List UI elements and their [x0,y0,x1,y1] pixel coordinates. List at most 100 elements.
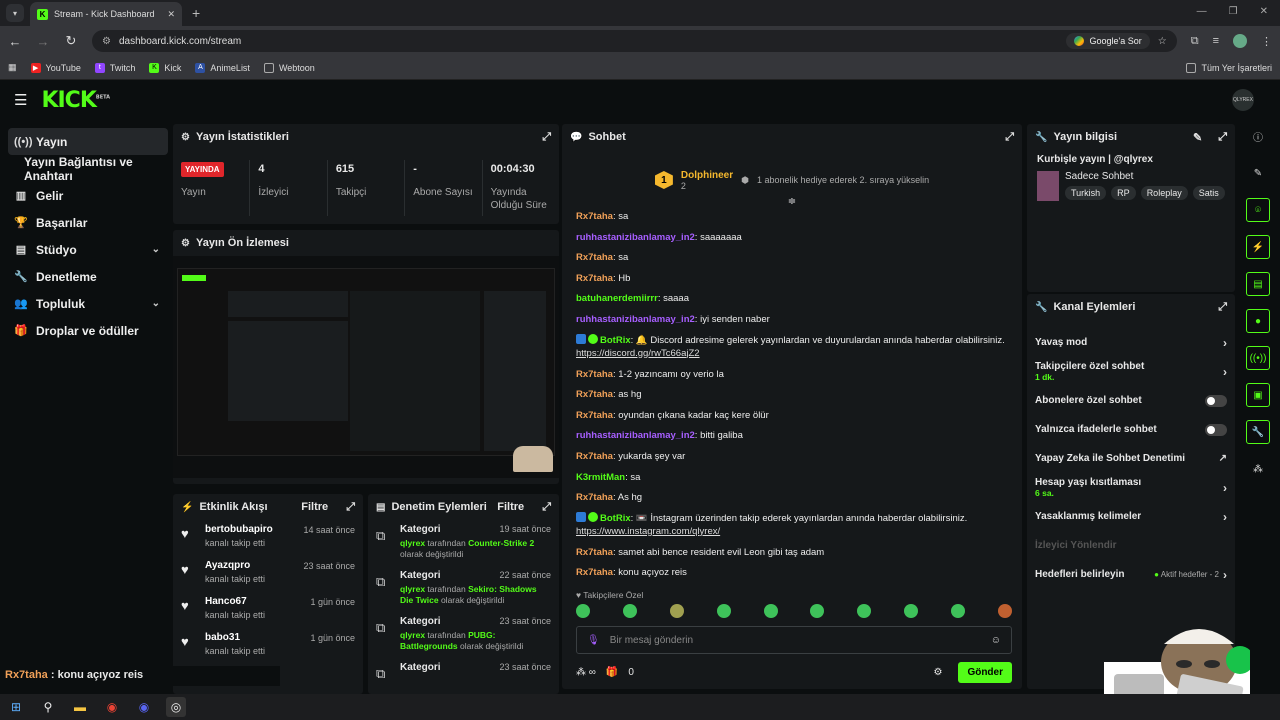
tag[interactable]: Satis [1192,186,1225,200]
follower-name[interactable]: Hanco67 [205,596,302,607]
hamburger-menu-icon[interactable]: ☰ [14,91,27,109]
tag[interactable]: RP [1111,186,1136,200]
chat-username[interactable]: Rx7taha [576,369,613,380]
browser-menu-icon[interactable]: ⋮ [1261,35,1272,48]
sidebar-item-gelir[interactable]: ▥ Gelir [8,182,168,209]
chat-username[interactable]: Rx7taha [576,252,613,263]
chat-username[interactable]: ruhhastanizibanlamay_in2 [576,314,695,325]
bookmark-webtoon[interactable]: Webtoon [263,62,315,73]
chat-username[interactable]: Rx7taha [576,389,613,400]
discord-icon[interactable]: ◉ [134,697,154,717]
emote-icon[interactable] [857,604,872,618]
close-window-icon[interactable]: ✕ [1260,6,1268,17]
action-slow-mode[interactable]: Yavaş mod › [1027,328,1235,357]
action-followers-only[interactable]: Takipçilere özel sohbet 1 dk. › [1027,357,1235,386]
follower-name[interactable]: bertobubapiro [205,524,295,535]
action-ai-moderation[interactable]: Yapay Zeka ile Sohbet Denetimi ↗ [1027,444,1235,473]
mod-user[interactable]: qlyrex [400,630,425,640]
minimize-icon[interactable]: — [1197,6,1207,17]
sidebar-item-yayin[interactable]: ((•)) Yayın [8,128,168,155]
chat-username[interactable]: batuhanerdemiirrr [576,293,658,304]
collapse-icon[interactable]: ≑ [562,196,1022,207]
filter-button[interactable]: Filtre [301,501,328,513]
windows-start-icon[interactable]: ⊞ [6,697,26,717]
sidebar-item-stream-key[interactable]: Yayın Bağlantısı ve Anahtarı [8,155,168,183]
tab-close-icon[interactable]: ✕ [167,9,175,20]
forward-icon[interactable]: → [36,34,50,49]
chat-username[interactable]: Rx7taha [576,492,613,503]
settings-icon[interactable]: ⚙ [933,667,942,678]
emote-icon[interactable] [951,604,965,618]
info-icon[interactable]: ⓘ [1246,124,1270,148]
browser-tab[interactable]: K Stream - Kick Dashboard ✕ [30,2,182,26]
bookmark-animelist[interactable]: A AnimeList [195,62,250,73]
chat-username[interactable]: K3rmitMan [576,472,625,483]
filter-button[interactable]: Filtre [497,501,524,513]
bookmark-twitch[interactable]: t Twitch [94,62,135,73]
mod-user[interactable]: qlyrex [400,584,425,594]
chat-username[interactable]: Rx7taha [576,410,613,421]
action-goals[interactable]: Hedefleri belirleyin ● Aktif hedefler - 2… [1027,560,1235,589]
stream-preview-video[interactable] [173,256,559,478]
emote-icon[interactable] [622,604,637,618]
broadcast-icon[interactable]: ((•)) [1246,346,1270,370]
google-ask-button[interactable]: Google'a Sor [1066,33,1150,49]
sidebar-item-denetleme[interactable]: 🔧 Denetleme [8,263,168,290]
sidebar-item-studyo[interactable]: ▤ Stüdyo ⌄ [8,236,168,263]
gift-box-icon[interactable]: 🎁 [606,667,618,678]
media-icon[interactable]: ≡ [1213,35,1219,47]
extensions-icon[interactable]: ⧉ [1191,35,1199,48]
action-account-age[interactable]: Hesap yaşı kısıtlaması 6 sa. › [1027,473,1235,502]
new-tab-icon[interactable]: + [192,5,200,21]
points-icon[interactable]: ⁂ ∞ [576,667,596,678]
sidebar-item-topluluk[interactable]: 👥 Topluluk ⌄ [8,290,168,317]
emote-icon[interactable] [904,604,919,618]
tab-search-icon[interactable]: ▾ [6,4,24,22]
user-avatar[interactable]: QLYREX [1232,89,1254,111]
emote-icon[interactable] [576,604,590,618]
edit-icon[interactable]: ✎ [1193,131,1202,144]
action-banned-words[interactable]: Yasaklanmış kelimeler › [1027,502,1235,531]
chat-username[interactable]: ruhhastanizibanlamay_in2 [576,232,695,243]
bookmark-star-icon[interactable]: ☆ [1158,36,1167,47]
layout-icon[interactable]: ▣ [1246,383,1270,407]
file-explorer-icon[interactable]: ▬ [70,697,90,717]
site-info-icon[interactable]: ⚙ [102,36,111,47]
follower-name[interactable]: babo31 [205,632,302,643]
chat-username[interactable]: BotRix [600,335,631,346]
emoji-icon[interactable]: ☺ [991,635,1001,646]
chat-username[interactable]: Rx7taha [576,547,613,558]
emote-icon[interactable] [716,604,731,618]
obs-icon[interactable]: ◎ [166,697,186,717]
restore-icon[interactable]: ❐ [1229,6,1238,17]
clip-icon[interactable]: ⌾ [1246,198,1270,222]
search-icon[interactable]: ⚲ [38,697,58,717]
follower-name[interactable]: Ayazqpro [205,560,295,571]
reload-icon[interactable]: ↻ [64,33,78,49]
url-bar[interactable]: ⚙ dashboard.kick.com/stream Google'a Sor… [92,30,1177,52]
emote-icon[interactable] [669,604,684,618]
grip-icon[interactable]: ⁂ [1246,457,1270,481]
expand-icon[interactable]: ⤢ [346,501,355,514]
microphone-icon[interactable]: 🎙 [587,635,600,646]
emote-icon[interactable] [997,604,1012,618]
expand-icon[interactable]: ⤢ [542,501,551,514]
tag[interactable]: Roleplay [1140,186,1188,200]
lightning-icon[interactable]: ⚡ [1246,235,1270,259]
chat-input[interactable]: 🎙 Bir mesaj gönderin ☺ [576,626,1012,654]
mod-user[interactable]: qlyrex [400,538,425,548]
chrome-icon[interactable]: ◉ [102,697,122,717]
profile-avatar[interactable] [1233,34,1247,48]
kick-logo[interactable]: KICKBETA [41,88,110,113]
sidebar-item-basarilar[interactable]: 🏆 Başarılar [8,209,168,236]
document-icon[interactable]: ▤ [1246,272,1270,296]
bookmark-youtube[interactable]: ▶ YouTube [30,62,81,73]
wrench-icon[interactable]: 🔧 [1246,420,1270,444]
expand-icon[interactable]: ⤢ [542,131,551,144]
expand-icon[interactable]: ⤢ [1005,131,1014,144]
emote-icon[interactable] [810,604,825,618]
chat-username[interactable]: BotRix [600,513,631,524]
chat-link[interactable]: https://discord.gg/rwTc66ajZ2 [576,348,700,359]
all-bookmarks[interactable]: Tüm Yer İşaretleri [1186,62,1272,73]
apps-icon[interactable]: ▦ [8,62,17,73]
